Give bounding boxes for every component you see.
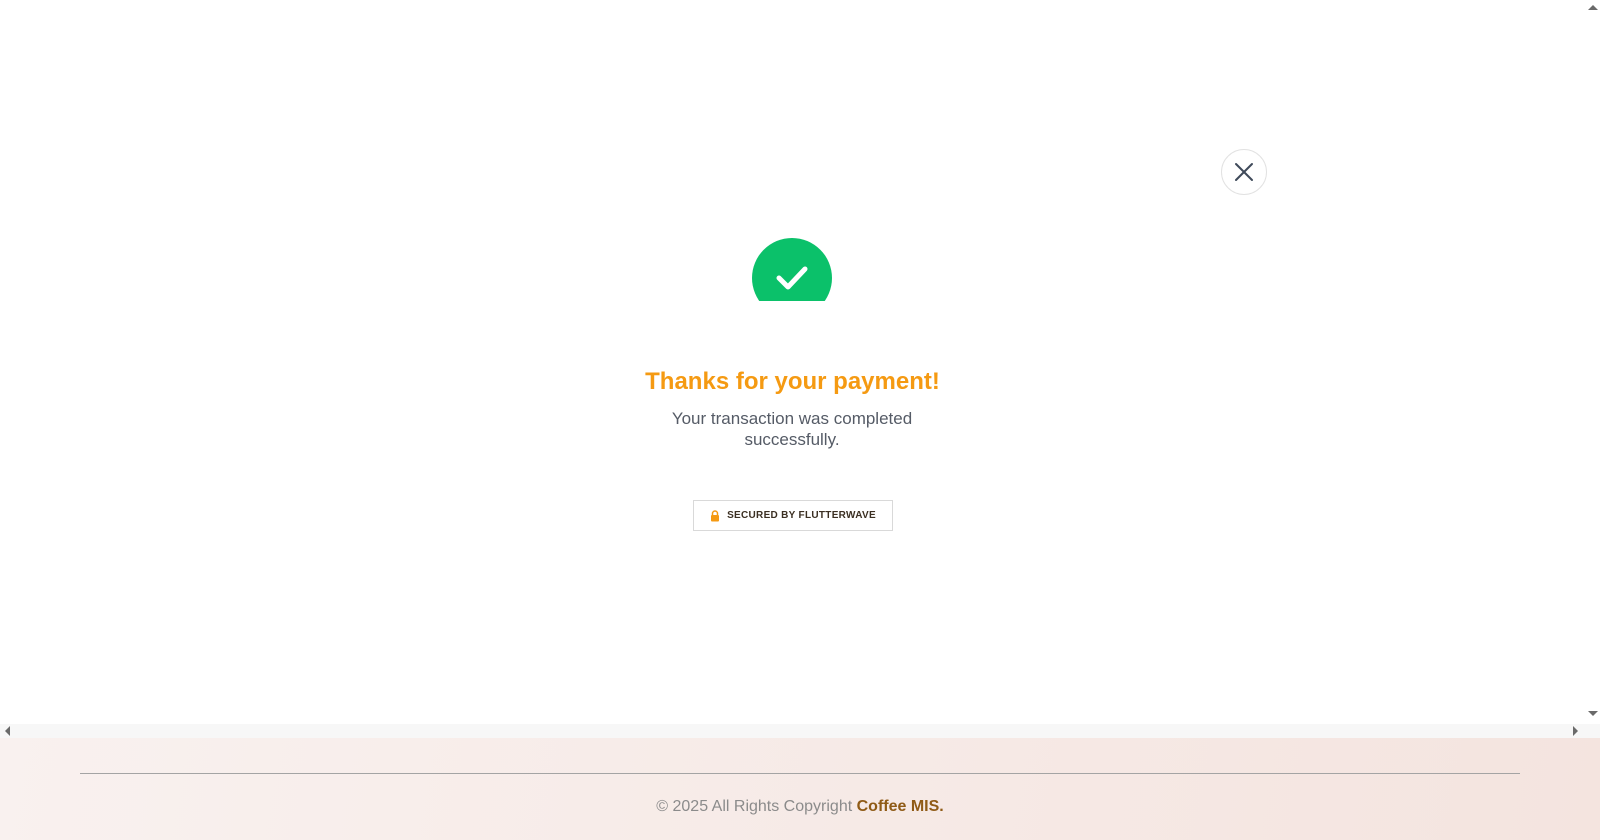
page-footer: © 2025 All Rights Copyright Coffee MIS. [0, 738, 1600, 840]
lock-icon [711, 509, 720, 521]
close-icon [1235, 163, 1253, 181]
horizontal-scrollbar[interactable] [0, 724, 1600, 738]
vertical-scrollbar[interactable] [1585, 0, 1600, 724]
scroll-down-arrow-icon[interactable] [1588, 711, 1598, 716]
success-status-icon [752, 238, 832, 301]
close-button[interactable] [1221, 149, 1267, 195]
footer-brand-link[interactable]: Coffee MIS. [857, 798, 944, 815]
success-message: Your transaction was completed successfu… [671, 409, 913, 449]
copyright-text: © 2025 All Rights Copyright [656, 798, 853, 815]
scroll-up-arrow-icon[interactable] [1588, 5, 1598, 10]
payment-modal-frame: Thanks for your payment! Your transactio… [0, 0, 1585, 724]
checkmark-icon [776, 266, 808, 290]
payment-success-page: Thanks for your payment! Your transactio… [0, 0, 1600, 840]
footer-copyright: © 2025 All Rights Copyright Coffee MIS. [0, 798, 1600, 816]
secured-by-badge[interactable]: SECURED BY FLUTTERWAVE [693, 500, 893, 531]
scroll-left-arrow-icon[interactable] [5, 726, 10, 736]
secured-by-label: SECURED BY FLUTTERWAVE [727, 510, 876, 521]
footer-divider [80, 773, 1520, 774]
success-title: Thanks for your payment! [645, 368, 940, 395]
scroll-right-arrow-icon[interactable] [1573, 726, 1578, 736]
